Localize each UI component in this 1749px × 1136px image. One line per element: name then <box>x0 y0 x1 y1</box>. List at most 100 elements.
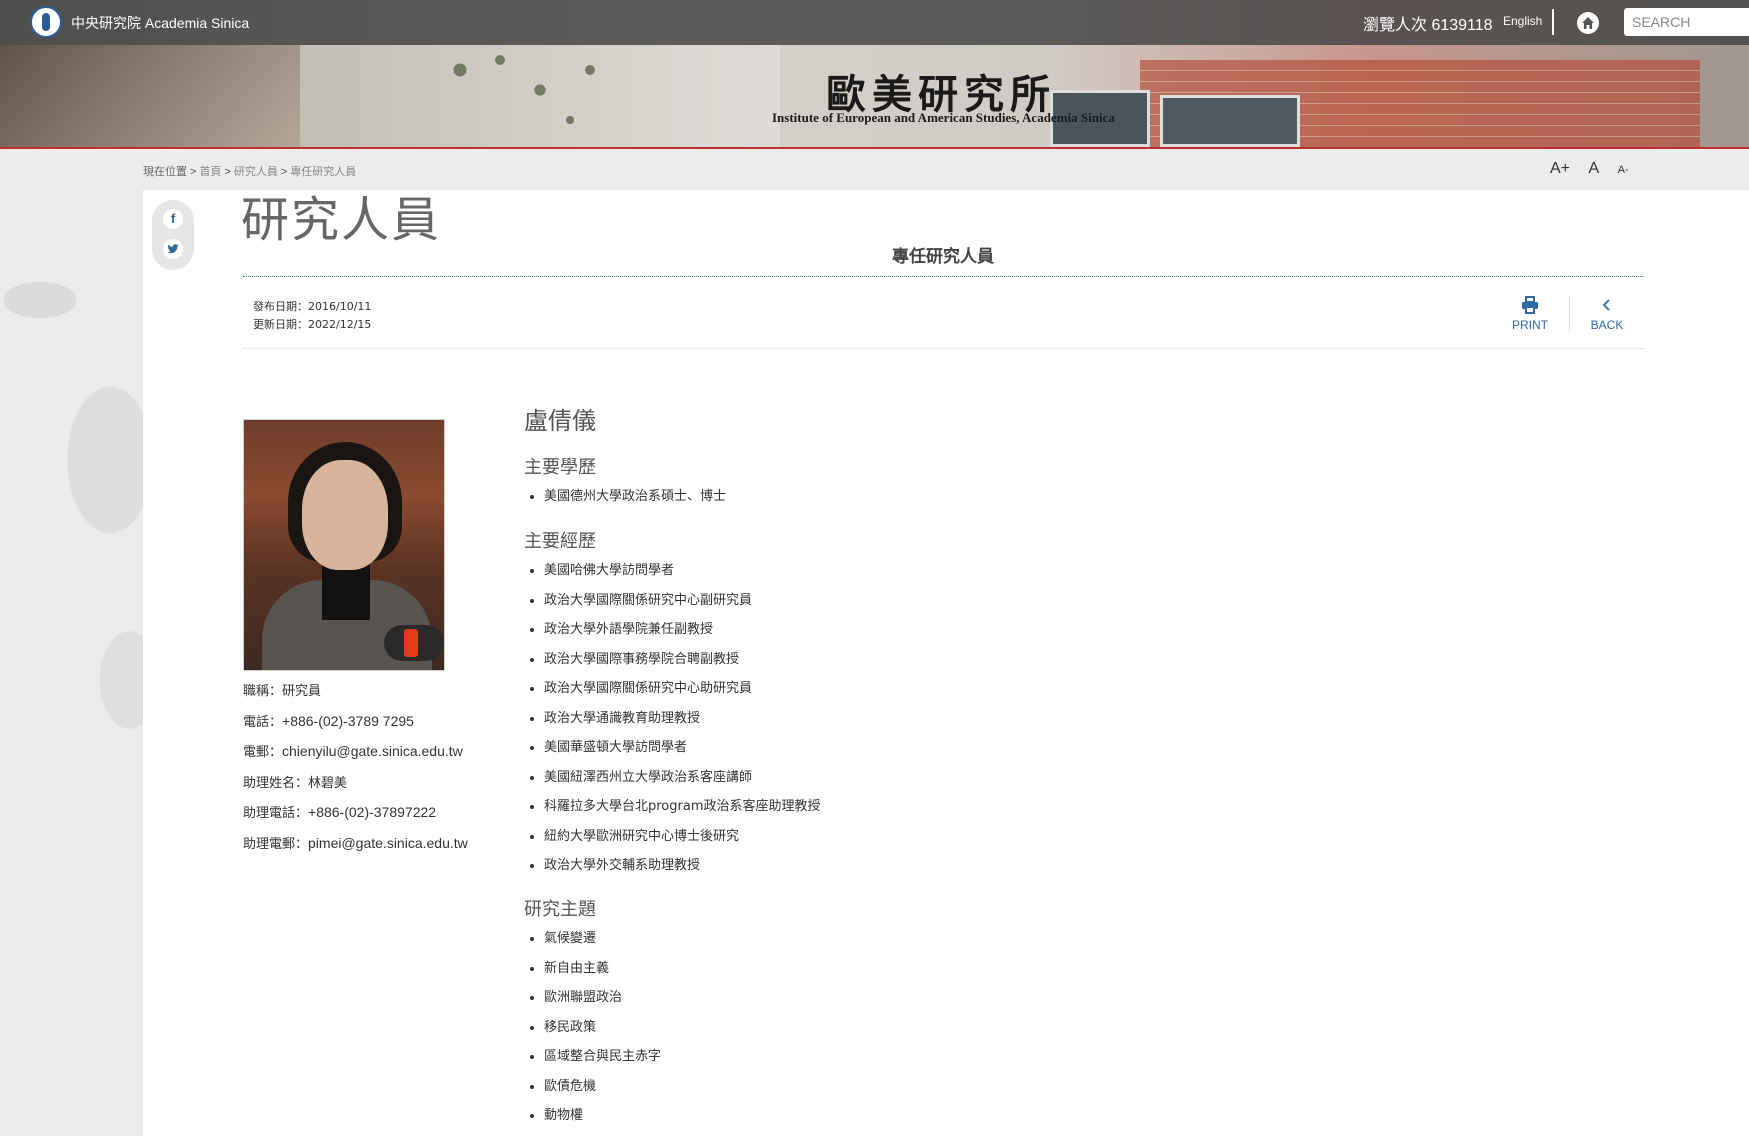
list-item-text: 動物權 <box>544 1108 584 1123</box>
contact-label: 電郵： <box>243 745 283 760</box>
list-item: 區域整合與民主赤字 <box>544 1042 661 1072</box>
list-item-text: 科羅拉多大學台北program政治系客座助理教授 <box>544 799 821 814</box>
list-item: 政治大學國際關係研究中心助研究員 <box>544 674 821 704</box>
list-item-text: 紐約大學歐洲研究中心博士後研究 <box>544 828 740 844</box>
breadcrumb-researchers-link[interactable]: 研究人員 <box>234 166 278 178</box>
topbar-divider <box>1552 9 1554 35</box>
contact-phone: 電話：+886-(02)-3789 7295 <box>243 707 468 738</box>
list-item-text: 政治大學國際關係研究中心副研究員 <box>544 592 753 608</box>
font-size-controls: A+ A A- <box>1550 160 1643 178</box>
site-name-link[interactable]: 中央研究院 Academia Sinica <box>71 13 249 33</box>
contact-value: +886-(02)-37897222 <box>308 804 437 820</box>
list-item: 政治大學外語學院兼任副教授 <box>544 615 821 645</box>
photo-microphone <box>384 625 444 661</box>
list-item: 歐洲聯盟政治 <box>544 983 661 1013</box>
contact-title: 職稱：研究員 <box>243 676 468 707</box>
contact-label: 助理電話： <box>243 806 309 821</box>
list-item-text: 區域整合與民主赤字 <box>544 1049 662 1064</box>
list-item-text: 政治大學國際關係研究中心助研究員 <box>544 681 753 696</box>
list-item-text: 政治大學國際事務學院合聘副教授 <box>544 651 740 667</box>
breadcrumb-label: 現在位置 <box>143 166 187 178</box>
list-item: 新自由主義 <box>544 954 661 984</box>
list-item: 氣候變遷 <box>544 924 661 954</box>
contact-value: 研究員 <box>282 684 322 699</box>
contact-assistant-phone: 助理電話：+886-(02)-37897222 <box>243 798 468 829</box>
academia-sinica-logo-icon[interactable] <box>30 6 62 38</box>
contact-info: 職稱：研究員 電話：+886-(02)-3789 7295 電郵：chienyi… <box>243 676 468 859</box>
list-item-text: 新自由主義 <box>544 960 610 976</box>
chevron-left-icon <box>1587 296 1627 316</box>
breadcrumb-separator: > <box>224 166 231 178</box>
list-item: 政治大學國際事務學院合聘副教授 <box>544 645 821 675</box>
search-input[interactable] <box>1624 8 1749 36</box>
print-label: PRINT <box>1512 318 1548 332</box>
home-icon[interactable] <box>1577 12 1599 34</box>
contact-label: 助理電郵： <box>243 836 309 852</box>
list-item: 美國華盛頓大學訪問學者 <box>544 733 821 763</box>
contact-value: +886-(02)-3789 7295 <box>282 712 414 729</box>
list-item-text: 美國紐澤西州立大學政治系客座講師 <box>544 769 753 785</box>
contact-label: 電話： <box>243 714 283 730</box>
publish-dates: 發布日期：2016/10/11 更新日期：2022/12/15 <box>253 298 371 334</box>
twitter-share-icon[interactable] <box>163 239 183 259</box>
list-item: 歐債危機 <box>544 1072 661 1102</box>
updated-date: 更新日期：2022/12/15 <box>253 318 372 331</box>
breadcrumb: 現在位置 > 首頁 > 研究人員 > 專任研究人員 <box>143 163 356 179</box>
banner-photo-tree <box>440 40 640 147</box>
background-map-decoration <box>0 260 150 780</box>
researcher-photo <box>243 419 445 671</box>
list-item: 移民政策 <box>544 1013 661 1043</box>
action-divider <box>1569 297 1570 331</box>
english-language-link[interactable]: English <box>1503 14 1542 28</box>
print-button[interactable]: PRINT <box>1510 296 1550 332</box>
breadcrumb-separator: > <box>190 166 197 178</box>
contact-label: 助理姓名： <box>243 775 309 791</box>
back-button[interactable]: BACK <box>1587 296 1627 332</box>
list-item: 政治大學國際關係研究中心副研究員 <box>544 586 821 616</box>
contact-assistant-name: 助理姓名：林碧美 <box>243 768 468 799</box>
breadcrumb-separator: > <box>280 166 288 178</box>
back-label: BACK <box>1590 318 1624 332</box>
top-navigation-bar: 中央研究院 Academia Sinica 瀏覽人次 6139118 Engli… <box>0 0 1749 45</box>
list-item-text: 政治大學外語學院兼任副教授 <box>544 622 714 637</box>
list-item: 美國紐澤西州立大學政治系客座講師 <box>544 763 821 793</box>
list-item-text: 美國德州大學政治系碩士、博士 <box>544 489 727 504</box>
education-list: 美國德州大學政治系碩士、博士 <box>524 482 726 512</box>
list-item-text: 美國哈佛大學訪問學者 <box>544 563 675 578</box>
research-list: 氣候變遷 新自由主義 歐洲聯盟政治 移民政策 區域整合與民主赤字 歐債危機 動物… <box>524 924 661 1131</box>
title-divider <box>243 276 1643 277</box>
email-link[interactable]: chienyilu@gate.sinica.edu.tw <box>282 743 463 759</box>
meta-divider <box>243 348 1643 349</box>
contact-assistant-email: 助理電郵：pimei@gate.sinica.edu.tw <box>243 829 468 860</box>
list-item: 動物權 <box>544 1101 661 1131</box>
list-item-text: 歐洲聯盟政治 <box>544 990 623 1005</box>
contact-label: 職稱： <box>243 684 283 699</box>
list-item: 美國哈佛大學訪問學者 <box>544 556 821 586</box>
font-larger-button[interactable]: A+ <box>1550 160 1570 178</box>
visit-counter: 瀏覽人次 6139118 <box>1363 17 1493 34</box>
email-link[interactable]: pimei@gate.sinica.edu.tw <box>308 835 468 851</box>
list-item: 政治大學通識教育助理教授 <box>544 704 821 734</box>
banner-photo-wall <box>0 45 300 147</box>
list-item-text: 氣候變遷 <box>544 931 597 946</box>
printer-icon <box>1510 296 1550 316</box>
list-item: 美國德州大學政治系碩士、博士 <box>544 482 726 512</box>
list-item-text: 美國華盛頓大學訪問學者 <box>544 740 688 755</box>
page-title: 研究人員 <box>241 192 442 248</box>
list-item: 紐約大學歐洲研究中心博士後研究 <box>544 822 821 852</box>
researcher-name: 盧倩儀 <box>524 407 596 435</box>
list-item: 政治大學外交輔系助理教授 <box>544 851 821 881</box>
published-date: 發布日期：2016/10/11 <box>253 300 372 313</box>
research-heading: 研究主題 <box>524 899 596 920</box>
font-smaller-button[interactable]: A- <box>1618 164 1629 176</box>
font-normal-button[interactable]: A <box>1588 160 1599 178</box>
list-item-text: 移民政策 <box>544 1019 597 1035</box>
institute-subtitle: Institute of European and American Studi… <box>772 110 1115 125</box>
breadcrumb-fulltime-link[interactable]: 專任研究人員 <box>290 166 356 178</box>
contact-value: 林碧美 <box>308 775 348 791</box>
education-heading: 主要學歷 <box>524 457 596 478</box>
facebook-share-icon[interactable]: f <box>163 209 183 229</box>
photo-face <box>302 460 388 570</box>
breadcrumb-home-link[interactable]: 首頁 <box>199 166 221 178</box>
experience-list: 美國哈佛大學訪問學者 政治大學國際關係研究中心副研究員 政治大學外語學院兼任副教… <box>524 556 821 881</box>
